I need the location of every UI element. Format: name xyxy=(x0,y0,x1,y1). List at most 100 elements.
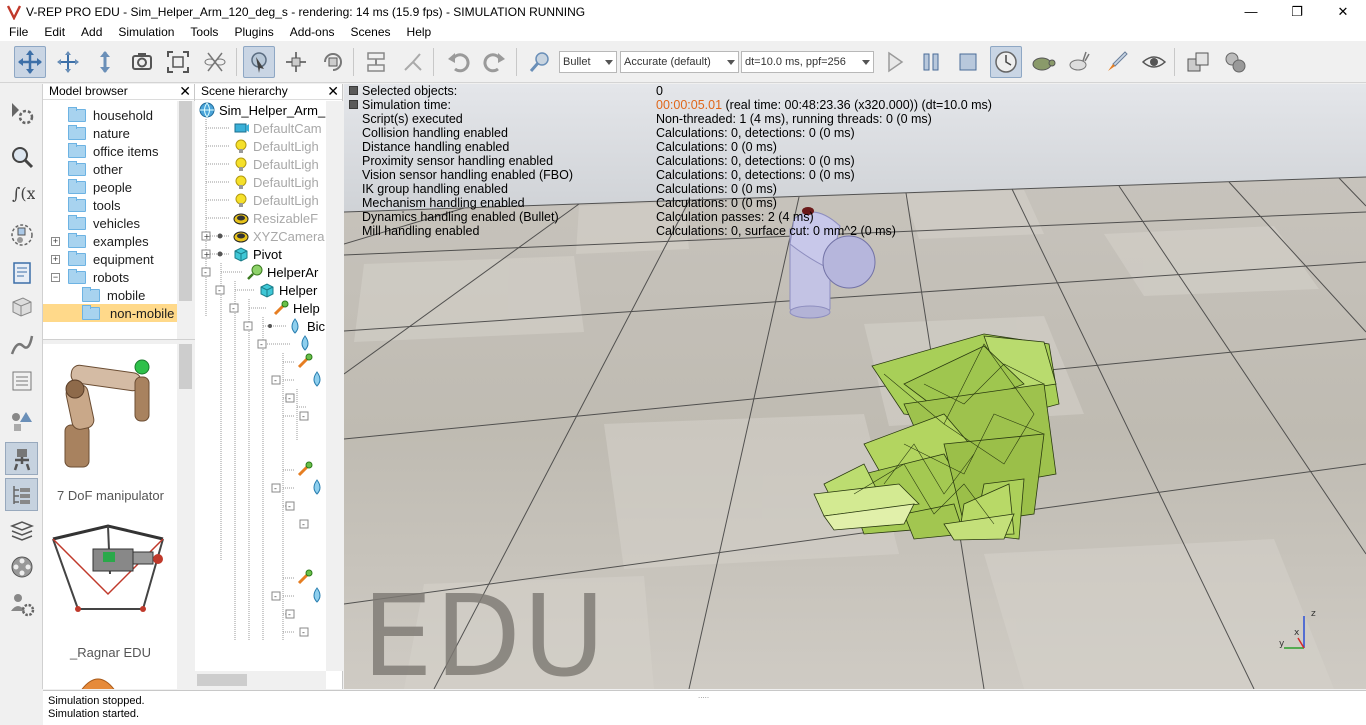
tree-item-default-light[interactable]: DefaultLigh xyxy=(233,137,319,155)
tree-item-pivot[interactable]: Pivot xyxy=(233,245,282,263)
menu-plugins[interactable]: Plugins xyxy=(225,23,280,41)
scene-viewport[interactable]: Selected objects: 0 Simulation time: 00:… xyxy=(344,84,1366,689)
speed-up-button[interactable] xyxy=(1063,46,1095,78)
object-rotate-button[interactable] xyxy=(317,46,349,78)
menu-tools[interactable]: Tools xyxy=(181,23,225,41)
stop-simulation-button[interactable] xyxy=(952,46,984,78)
folder-mobile[interactable]: mobile xyxy=(82,286,145,304)
info-toggle-icon[interactable] xyxy=(349,86,358,95)
scrollbar-thumb[interactable] xyxy=(197,674,247,686)
scrollbar-thumb[interactable] xyxy=(179,101,192,301)
tree-item-xyz-camera[interactable]: XYZCamera xyxy=(233,227,325,245)
tree-item-bicep-dummy[interactable]: Bic xyxy=(287,317,325,335)
scene-tree-vertical-scrollbar[interactable] xyxy=(326,101,343,671)
resize-grip[interactable]: ..... xyxy=(698,691,709,700)
object-properties-toggle[interactable] xyxy=(5,478,38,511)
close-scene-hierarchy-button[interactable]: ✕ xyxy=(327,84,339,99)
model-tree-scrollbar[interactable] xyxy=(177,101,195,339)
scene-object-tree[interactable]: + + - - - - - - - - - - - - - - Sim_Help… xyxy=(195,101,326,671)
collapse-robots-toggle[interactable]: − xyxy=(51,273,60,282)
folder-tools[interactable]: tools xyxy=(68,196,120,214)
timestep-select[interactable]: dt=10.0 ms, ppf=256 xyxy=(741,51,874,73)
menu-simulation[interactable]: Simulation xyxy=(109,23,181,41)
expand-equipment-toggle[interactable]: + xyxy=(51,255,60,264)
fit-to-view-button[interactable] xyxy=(162,46,194,78)
folder-nature[interactable]: nature xyxy=(68,124,130,142)
manipulator-mode-button[interactable] xyxy=(199,46,231,78)
tree-item-helper-shape[interactable]: Helper xyxy=(259,281,317,299)
real-time-button[interactable] xyxy=(990,46,1022,78)
camera-angle-button[interactable] xyxy=(126,46,158,78)
menu-edit[interactable]: Edit xyxy=(35,23,72,41)
7-dof-manipulator-thumbnail[interactable] xyxy=(51,347,171,479)
menu-scenes[interactable]: Scenes xyxy=(342,23,398,41)
slow-down-button[interactable] xyxy=(1027,46,1059,78)
redo-button[interactable] xyxy=(479,46,511,78)
dynamic-content-button[interactable] xyxy=(524,46,556,78)
scene-hierarchy-toggle[interactable] xyxy=(5,442,38,475)
menu-add[interactable]: Add xyxy=(72,23,109,41)
simulation-settings-button[interactable] xyxy=(5,96,38,129)
folder-other[interactable]: other xyxy=(68,160,123,178)
undo-button[interactable] xyxy=(442,46,474,78)
tree-item-default-light[interactable]: DefaultLigh xyxy=(233,155,319,173)
camera-shift-button[interactable] xyxy=(89,46,121,78)
folder-vehicles[interactable]: vehicles xyxy=(68,214,140,232)
user-settings-button[interactable] xyxy=(5,587,38,620)
close-model-browser-button[interactable]: ✕ xyxy=(179,84,191,99)
menu-addons[interactable]: Add-ons xyxy=(281,23,342,41)
page-selector-button[interactable] xyxy=(1182,46,1214,78)
close-window-button[interactable]: ✕ xyxy=(1320,0,1366,23)
info-toggle-icon[interactable] xyxy=(349,100,358,109)
model-thumbnail-list[interactable]: 7 DoF manipulator _Ragnar EDU xyxy=(43,344,178,689)
expand-examples-toggle[interactable]: + xyxy=(51,237,60,246)
path-edit-button[interactable] xyxy=(5,328,38,361)
tree-item-default-light[interactable]: DefaultLigh xyxy=(233,173,319,191)
click-selection-button[interactable] xyxy=(243,46,275,78)
thread-rendering-button[interactable] xyxy=(1101,46,1133,78)
selection-button[interactable] xyxy=(5,364,38,397)
folder-robots[interactable]: robots xyxy=(68,268,129,286)
model-folder-tree[interactable]: household nature office items other peop… xyxy=(43,101,178,339)
thumbnail-scrollbar[interactable] xyxy=(177,344,195,689)
zoom-button[interactable] xyxy=(5,140,38,173)
model-browser-toggle[interactable] xyxy=(5,404,38,437)
calculation-modules-button[interactable]: ∫(x) xyxy=(5,176,38,209)
folder-examples[interactable]: examples xyxy=(68,232,149,250)
minimize-button[interactable]: — xyxy=(1228,0,1274,23)
engine-accuracy-select[interactable]: Accurate (default) xyxy=(620,51,739,73)
folder-equipment[interactable]: equipment xyxy=(68,250,154,268)
camera-rotate-button[interactable] xyxy=(52,46,84,78)
tree-item-default-camera[interactable]: DefaultCam xyxy=(233,119,322,137)
shape-edit-button[interactable] xyxy=(5,290,38,323)
layers-button[interactable] xyxy=(5,514,38,547)
tree-item-default-light[interactable]: DefaultLigh xyxy=(233,191,319,209)
tree-item-helper-arm-joint[interactable]: HelperAr xyxy=(247,263,318,281)
transfer-dna-button[interactable] xyxy=(397,46,429,78)
folder-office-items[interactable]: office items xyxy=(68,142,159,160)
menu-file[interactable]: File xyxy=(0,23,35,41)
start-simulation-button[interactable] xyxy=(878,46,910,78)
camera-pan-button[interactable] xyxy=(14,46,46,78)
scripts-button[interactable] xyxy=(5,256,38,289)
tree-item-helper-force-sensor[interactable]: Help xyxy=(273,299,320,317)
scrollbar-thumb[interactable] xyxy=(179,344,192,389)
next-model-thumbnail[interactable] xyxy=(78,672,118,689)
folder-non-mobile[interactable]: non-mobile xyxy=(43,304,177,322)
ragnar-thumbnail[interactable] xyxy=(48,514,173,619)
assemble-button[interactable] xyxy=(360,46,392,78)
maximize-button[interactable]: ❐ xyxy=(1274,0,1320,23)
tree-item-scene-root[interactable]: Sim_Helper_Arm_ xyxy=(199,101,325,119)
status-console[interactable]: ..... Simulation stopped. Simulation sta… xyxy=(43,690,1366,725)
physics-engine-select[interactable]: Bullet xyxy=(559,51,617,73)
scene-tree-horizontal-scrollbar[interactable] xyxy=(195,671,326,689)
menu-help[interactable]: Help xyxy=(398,23,439,41)
scene-selector-button[interactable] xyxy=(1219,46,1251,78)
collections-button[interactable] xyxy=(5,218,38,251)
folder-household[interactable]: household xyxy=(68,106,153,124)
pause-simulation-button[interactable] xyxy=(915,46,947,78)
object-shift-button[interactable] xyxy=(280,46,312,78)
tree-item-resizable-floor[interactable]: ResizableF xyxy=(233,209,318,227)
folder-people[interactable]: people xyxy=(68,178,132,196)
visualization-toggle-button[interactable] xyxy=(1138,46,1170,78)
